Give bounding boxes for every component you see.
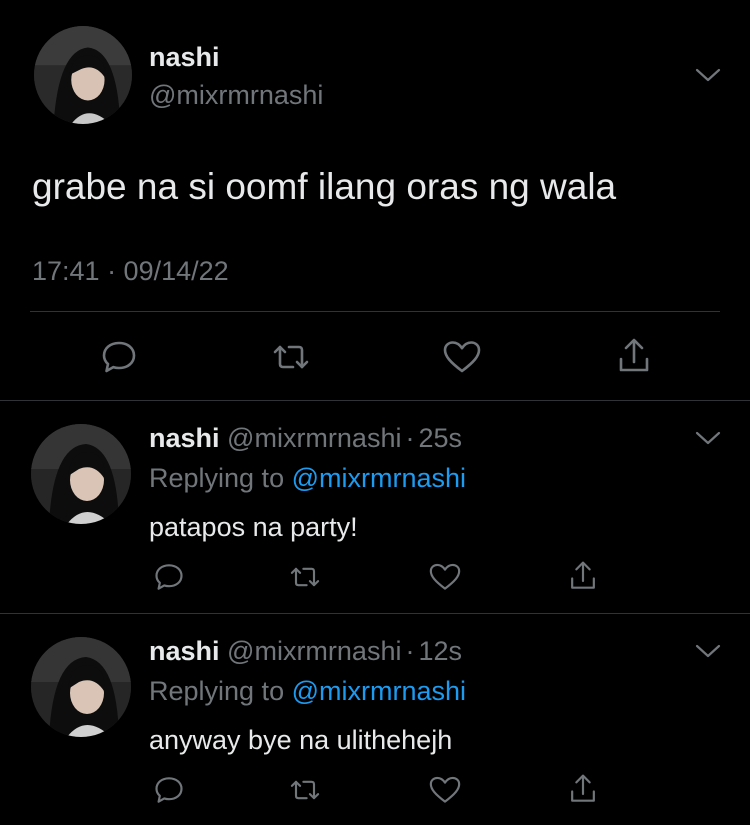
avatar[interactable] — [31, 424, 131, 524]
share-icon — [571, 561, 595, 589]
separator-dot: · — [405, 423, 415, 453]
share-button[interactable] — [564, 771, 602, 807]
share-icon — [619, 338, 649, 372]
retweet-button[interactable] — [283, 773, 327, 807]
avatar[interactable] — [31, 637, 131, 737]
chevron-down-icon[interactable] — [695, 643, 721, 659]
retweet-button[interactable] — [283, 560, 327, 594]
divider — [0, 613, 750, 614]
avatar[interactable] — [34, 26, 132, 124]
tweet-text: patapos na party! — [149, 512, 358, 542]
avatar-image — [34, 26, 132, 124]
reply-button[interactable] — [97, 337, 141, 377]
retweet-icon — [290, 780, 320, 800]
like-icon — [443, 341, 481, 373]
share-button[interactable] — [564, 558, 602, 594]
like-icon — [429, 776, 461, 803]
reply-icon — [155, 777, 183, 803]
tweet-meta: nashi @mixrmrnashi · 12s — [149, 636, 462, 667]
divider — [30, 311, 720, 312]
mention-link[interactable]: @mixrmrnashi — [292, 463, 466, 493]
chevron-down-icon[interactable] — [695, 430, 721, 446]
replying-to: Replying to @mixrmrnashi — [149, 463, 466, 494]
replying-to-label: Replying to — [149, 463, 285, 493]
display-name[interactable]: nashi — [149, 42, 220, 73]
separator-dot: · — [405, 636, 415, 666]
retweet-icon — [290, 567, 320, 587]
tweet-timestamp[interactable]: 17:41 · 09/14/22 — [32, 256, 229, 287]
retweet-button[interactable] — [266, 337, 316, 377]
reply-button[interactable] — [149, 773, 189, 807]
replying-to-label: Replying to — [149, 676, 285, 706]
replying-to: Replying to @mixrmrnashi — [149, 676, 466, 707]
tweet-text: grabe na si oomf ilang oras ng wala — [32, 166, 617, 207]
avatar-image — [31, 637, 131, 737]
divider — [0, 400, 750, 401]
chevron-down-icon[interactable] — [695, 67, 721, 83]
display-name[interactable]: nashi — [149, 423, 220, 453]
tweet-text: anyway bye na ulithehejh — [149, 725, 453, 755]
reply-button[interactable] — [149, 560, 189, 594]
avatar-image — [31, 424, 131, 524]
reply-icon — [102, 341, 136, 373]
display-name[interactable]: nashi — [149, 636, 220, 666]
handle[interactable]: @mixrmrnashi — [227, 636, 401, 666]
like-button[interactable] — [439, 337, 485, 377]
retweet-icon — [273, 345, 309, 369]
tweet-meta: nashi @mixrmrnashi · 25s — [149, 423, 462, 454]
handle[interactable]: @mixrmrnashi — [149, 80, 323, 111]
like-button[interactable] — [425, 773, 465, 807]
reply-icon — [155, 564, 183, 590]
share-icon — [571, 774, 595, 802]
share-button[interactable] — [612, 335, 656, 377]
time-ago[interactable]: 12s — [418, 636, 462, 666]
like-icon — [429, 563, 461, 590]
handle[interactable]: @mixrmrnashi — [227, 423, 401, 453]
mention-link[interactable]: @mixrmrnashi — [292, 676, 466, 706]
like-button[interactable] — [425, 560, 465, 594]
time-ago[interactable]: 25s — [418, 423, 462, 453]
